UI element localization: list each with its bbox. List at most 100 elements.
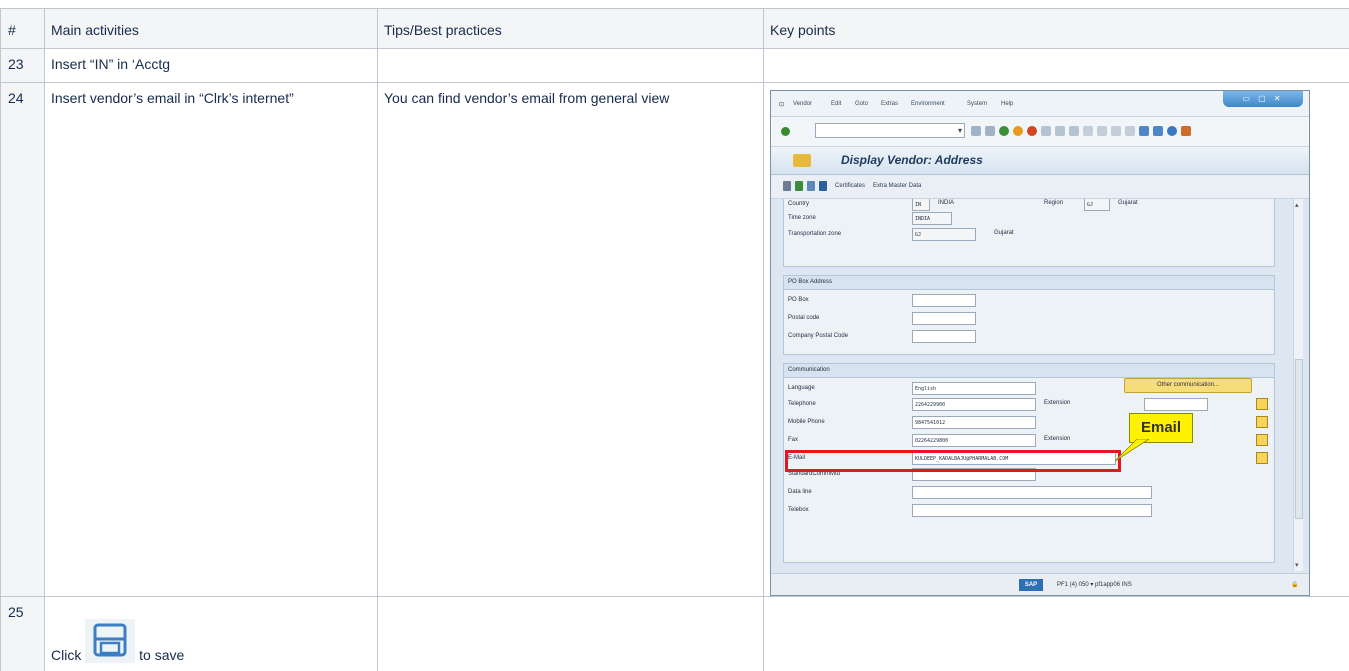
prev-page-icon[interactable] <box>1097 126 1107 136</box>
info-icon[interactable] <box>819 181 827 191</box>
row-key-points <box>763 48 1349 83</box>
window-controls-icon[interactable]: ▭ ▢ ✕ <box>1223 91 1303 107</box>
transaction-icon <box>793 154 811 167</box>
cancel-icon[interactable] <box>1027 126 1037 136</box>
column-header-key-points: Key points <box>763 8 1349 49</box>
scrollbar-thumb[interactable] <box>1295 359 1303 519</box>
certificates-button[interactable]: Certificates <box>835 183 865 189</box>
sap-menu-icon: ⊡ <box>779 102 785 108</box>
back-green-icon[interactable] <box>999 126 1009 136</box>
row-activity: Click to save <box>44 596 378 671</box>
country-name: INDIA <box>938 200 955 206</box>
row-activity: Insert vendor’s email in “Clrk’s interne… <box>44 82 378 597</box>
transport-zone-name: Gujarat <box>994 230 1014 236</box>
first-page-icon[interactable] <box>1083 126 1093 136</box>
menu-vendor[interactable]: Vendor <box>793 101 812 107</box>
back-icon[interactable] <box>971 126 981 136</box>
row-tip <box>377 48 764 83</box>
screen-title: Display Vendor: Address <box>841 153 983 167</box>
menu-edit[interactable]: Edit <box>831 101 841 107</box>
telephone-extension-label: Extension <box>1044 400 1071 406</box>
email-highlight-box <box>785 450 1121 472</box>
click-label: Click <box>51 647 82 663</box>
print-icon[interactable] <box>1041 126 1051 136</box>
telephone-field[interactable]: 2264229900 <box>912 398 1036 411</box>
communication-header: Communication <box>784 364 1274 378</box>
sap-vendor-address-screenshot: ⊡ Vendor Edit Goto Extras Environment Sy… <box>770 90 1310 596</box>
scroll-up-icon[interactable]: ▴ <box>1295 201 1299 209</box>
callout-pointer-icon <box>1114 439 1150 462</box>
row-tip: You can find vendor’s email from general… <box>377 82 764 597</box>
sap-menu-bar: ⊡ Vendor Edit Goto Extras Environment Sy… <box>771 91 1309 117</box>
sap-form-area: Country IN INDIA Region GJ Gujarat Time … <box>783 199 1287 573</box>
row-number: 23 <box>0 48 45 83</box>
toolbar-icons <box>971 124 1191 138</box>
menu-environment[interactable]: Environment <box>911 101 945 107</box>
extra-master-data-button[interactable]: Extra Master Data <box>873 183 921 189</box>
exit-icon[interactable] <box>1013 126 1023 136</box>
layout-icon[interactable] <box>1181 126 1191 136</box>
menu-help[interactable]: Help <box>1001 101 1013 107</box>
sap-status-bar: SAP PF1 (4) 050 ▾ pf1app06 INS 🔒 <box>771 573 1309 595</box>
table-header-row: # Main activities Tips/Best practices Ke… <box>0 8 1349 49</box>
table-row: 24 Insert vendor’s email in “Clrk’s inte… <box>0 82 1349 597</box>
to-save-label: to save <box>139 647 185 663</box>
enter-icon[interactable] <box>781 127 790 136</box>
telephone-extension-field[interactable] <box>1144 398 1208 411</box>
refresh-icon[interactable] <box>795 181 803 191</box>
row-key-points <box>763 596 1349 671</box>
find-icon[interactable] <box>1055 126 1065 136</box>
fax-field[interactable]: 02264229800 <box>912 434 1036 447</box>
find-next-icon[interactable] <box>1069 126 1079 136</box>
next-page-icon[interactable] <box>1111 126 1121 136</box>
pobox-header: PO Box Address <box>784 276 1274 290</box>
table-row: 23 Insert “IN” in ‘Acctg <box>0 48 1349 83</box>
menu-goto[interactable]: Goto <box>855 101 868 107</box>
steps-table: # Main activities Tips/Best practices Ke… <box>0 8 1349 671</box>
sap-title-bar: Display Vendor: Address <box>771 147 1309 175</box>
postal-code-field[interactable] <box>912 312 976 325</box>
country-code-field[interactable]: IN <box>912 199 930 211</box>
pobox-field[interactable] <box>912 294 976 307</box>
column-header-number: # <box>0 8 45 49</box>
lock-icon: 🔒 <box>1291 582 1299 588</box>
region-code-field[interactable]: GJ <box>1084 199 1110 211</box>
region-name: Gujarat <box>1118 200 1138 206</box>
sap-application-toolbar: Certificates Extra Master Data <box>771 175 1309 199</box>
fax-more-icon[interactable] <box>1256 434 1268 446</box>
row-key-points-screenshot: ⊡ Vendor Edit Goto Extras Environment Sy… <box>763 82 1349 597</box>
sap-standard-toolbar <box>771 117 1309 147</box>
row-number: 24 <box>0 82 45 597</box>
column-header-tips: Tips/Best practices <box>377 8 764 49</box>
region-label: Region <box>1044 200 1064 206</box>
email-more-icon[interactable] <box>1256 452 1268 464</box>
other-communication-button[interactable]: Other communication... <box>1124 378 1252 393</box>
last-page-icon[interactable] <box>1125 126 1135 136</box>
pobox-panel: PO Box Address PO Box Postal code Compan… <box>783 275 1275 355</box>
menu-extras[interactable]: Extras <box>881 101 898 107</box>
save-icon[interactable] <box>985 126 995 136</box>
help-icon[interactable] <box>1167 126 1177 136</box>
row-activity: Insert “IN” in ‘Acctg <box>44 48 378 83</box>
fax-extension-label: Extension <box>1044 436 1071 442</box>
row-tip <box>377 596 764 671</box>
command-field[interactable] <box>815 123 965 138</box>
vertical-scrollbar[interactable]: ▴ ▾ <box>1293 199 1303 571</box>
new-session-icon[interactable] <box>1139 126 1149 136</box>
company-postal-code-field[interactable] <box>912 330 976 343</box>
data-line-field[interactable] <box>912 486 1152 499</box>
scroll-down-icon[interactable]: ▾ <box>1295 561 1299 569</box>
mobile-more-icon[interactable] <box>1256 416 1268 428</box>
shortcut-icon[interactable] <box>1153 126 1163 136</box>
sap-logo: SAP <box>1019 579 1043 591</box>
menu-system[interactable]: System <box>967 101 987 107</box>
document-icon[interactable] <box>807 181 815 191</box>
transport-zone-field[interactable]: GJ <box>912 228 976 241</box>
timezone-field[interactable]: INDIA <box>912 212 952 225</box>
save-icon <box>85 619 136 663</box>
telebox-field[interactable] <box>912 504 1152 517</box>
mobile-field[interactable]: 9847541012 <box>912 416 1036 429</box>
language-select[interactable]: English <box>912 382 1036 395</box>
edit-toggle-icon[interactable] <box>783 181 791 191</box>
telephone-more-icon[interactable] <box>1256 398 1268 410</box>
